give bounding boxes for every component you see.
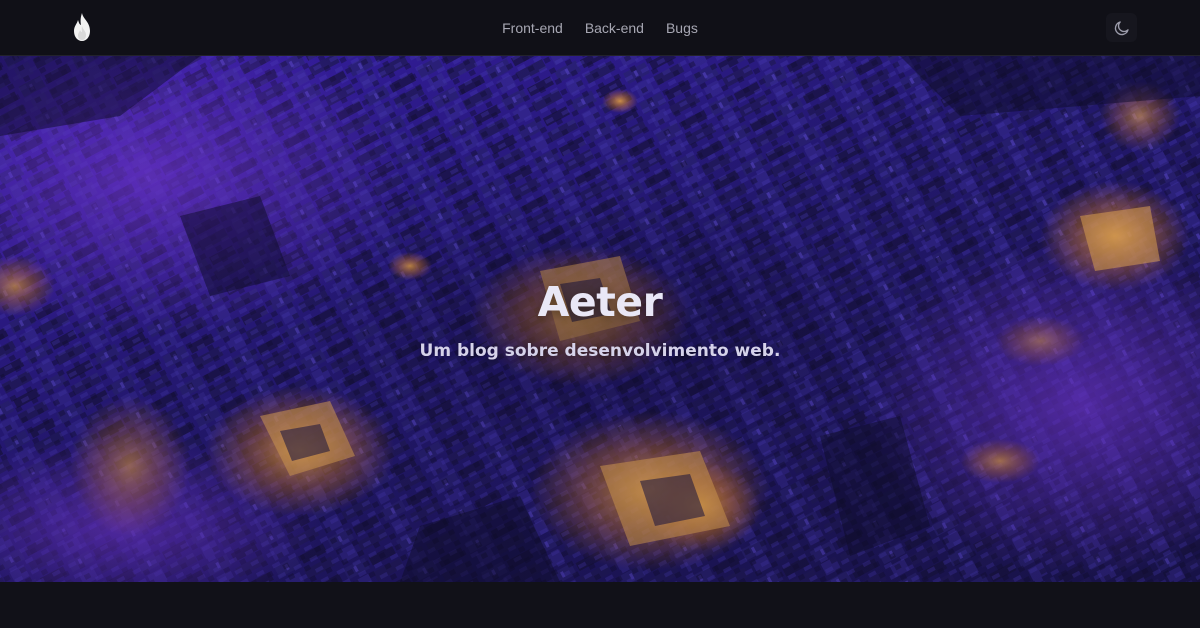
flame-icon (74, 13, 90, 41)
site-tagline: Um blog sobre desenvolvimento web. (419, 341, 781, 361)
top-navbar: Front-end Back-end Bugs (0, 0, 1200, 56)
page-content-area (0, 582, 1200, 628)
theme-toggle-button[interactable] (1106, 13, 1137, 42)
main-nav: Front-end Back-end Bugs (0, 0, 1200, 56)
nav-link-back-end[interactable]: Back-end (585, 20, 644, 36)
home-logo-link[interactable] (70, 12, 94, 42)
hero-banner: Aeter Um blog sobre desenvolvimento web. (0, 56, 1200, 582)
moon-icon (1114, 20, 1129, 35)
nav-link-front-end[interactable]: Front-end (502, 20, 563, 36)
nav-link-bugs[interactable]: Bugs (666, 20, 698, 36)
site-title: Aeter (537, 278, 663, 326)
